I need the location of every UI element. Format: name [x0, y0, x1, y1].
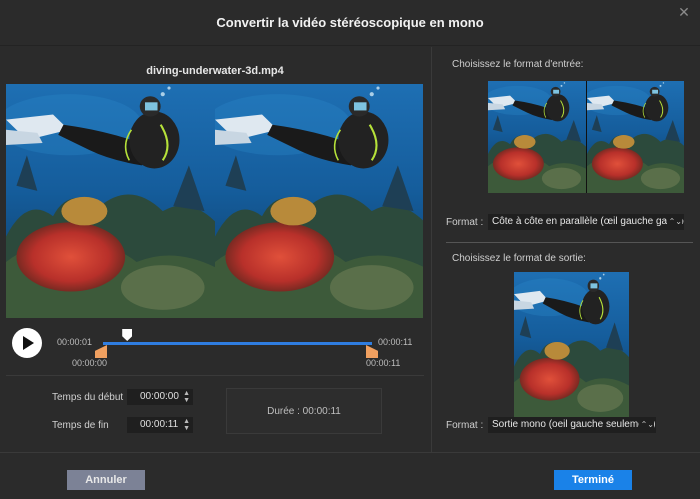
start-time-label: Temps du début — [52, 392, 124, 403]
output-format-value: Sortie mono (oeil gauche seulement) — [492, 419, 656, 430]
input-format-label: Format : — [446, 217, 484, 228]
playhead-handle[interactable] — [122, 329, 133, 341]
current-time: 00:00:01 — [57, 337, 93, 347]
output-format-preview — [514, 272, 629, 417]
duration-text: Durée : 00:00:11 — [267, 405, 341, 417]
video-filename: diving-underwater-3d.mp4 — [146, 65, 284, 77]
section-divider — [446, 242, 693, 243]
range-end-label: 00:00:11 — [366, 358, 401, 368]
start-time-stepper[interactable]: 00:00:00 ▲ ▼ — [127, 389, 193, 405]
input-format-heading: Choisissez le format d'entrée: — [452, 59, 584, 70]
stepper-arrows-icon[interactable]: ▲ ▼ — [183, 390, 190, 404]
dialog-title: Convertir la vidéo stéréoscopique en mon… — [216, 15, 484, 30]
input-format-preview — [488, 81, 684, 193]
video-right-eye — [214, 84, 423, 318]
range-start-label: 00:00:00 — [72, 358, 108, 368]
trim-start-handle[interactable] — [95, 345, 107, 358]
stepper-arrows-icon[interactable]: ▲ ▼ — [183, 418, 190, 432]
input-preview-left — [488, 81, 586, 193]
chevron-updown-icon: ⌃⌄ — [638, 417, 654, 433]
output-format-label: Format : — [446, 420, 484, 431]
footer-divider — [0, 452, 700, 453]
end-time-value: 00:00:11 — [140, 419, 179, 430]
video-left-eye — [6, 84, 215, 318]
play-icon[interactable] — [12, 328, 42, 358]
end-time-label: Temps de fin — [52, 420, 109, 431]
output-format-heading: Choisissez le format de sortie: — [452, 253, 586, 264]
close-icon[interactable]: ✕ — [676, 4, 692, 20]
input-format-select[interactable]: Côte à côte en parallèle (œil gauche gau… — [488, 214, 684, 230]
trim-end-handle[interactable] — [366, 345, 378, 358]
output-format-select[interactable]: Sortie mono (oeil gauche seulement) ⌃⌄ — [488, 417, 656, 433]
total-time: 00:00:11 — [378, 337, 413, 347]
timeline-track[interactable] — [103, 342, 372, 345]
chevron-updown-icon: ⌃⌄ — [666, 214, 682, 230]
input-preview-right — [586, 81, 684, 193]
end-time-stepper[interactable]: 00:00:11 ▲ ▼ — [127, 417, 193, 433]
start-time-value: 00:00:00 — [140, 391, 179, 402]
format-panel: Choisissez le format d'entrée: Format : … — [432, 47, 700, 452]
cancel-button[interactable]: Annuler — [67, 470, 145, 490]
input-format-value: Côte à côte en parallèle (œil gauche gau… — [492, 216, 684, 227]
title-bar: Convertir la vidéo stéréoscopique en mon… — [0, 0, 700, 46]
video-preview — [6, 84, 423, 318]
done-button[interactable]: Terminé — [554, 470, 632, 490]
divider — [6, 375, 424, 376]
preview-panel: diving-underwater-3d.mp4 00:00:01 00:00:… — [0, 47, 430, 452]
duration-display: Durée : 00:00:11 — [226, 388, 382, 434]
